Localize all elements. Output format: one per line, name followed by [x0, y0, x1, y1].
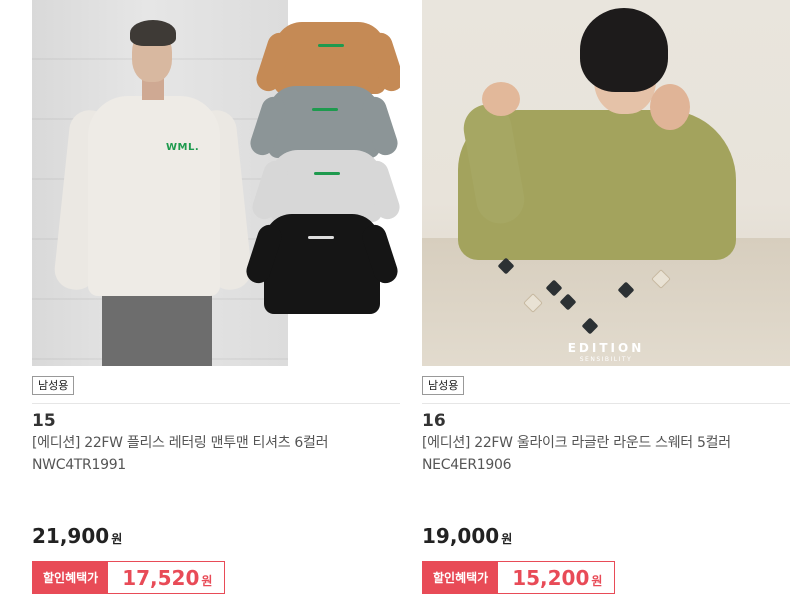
product-title-link[interactable]: [에디션] 22FW 플리스 레터링 맨투맨 티셔츠 6컬러 NWC4TR199…	[32, 432, 392, 476]
color-swatch-gray	[268, 86, 380, 158]
discount-price-value: 15,200	[512, 565, 590, 590]
product-card[interactable]: EDITION SENSIBILITY 남성용 16 [에디션] 22FW 울라…	[422, 0, 790, 595]
discount-label: 할인혜택가	[33, 562, 109, 593]
price-value: 19,000	[422, 524, 500, 548]
gender-tag: 남성용	[422, 376, 465, 395]
discount-price-box: 할인혜택가 17,520 원	[32, 561, 226, 594]
product-title-link[interactable]: [에디션] 22FW 울라이크 라글란 라운드 스웨터 5컬러 NEC4ER19…	[422, 432, 782, 476]
price-unit: 원	[111, 532, 123, 546]
product-rank: 15	[32, 411, 56, 431]
color-swatch-light-gray	[270, 150, 382, 222]
model-sweatshirt	[88, 96, 220, 296]
product-rank: 16	[422, 411, 446, 431]
product-card[interactable]: WML. 남성용 15 [에디션] 22FW 플리스 레터링 맨투맨 티셔츠 6…	[32, 0, 400, 595]
product-image[interactable]: WML.	[32, 0, 400, 366]
gender-tag: 남성용	[32, 376, 75, 395]
discount-price-box: 할인혜택가 15,200 원	[422, 561, 616, 594]
color-swatch-camel	[274, 22, 386, 94]
divider	[422, 403, 790, 404]
discount-label: 할인혜택가	[423, 562, 499, 593]
product-image[interactable]: EDITION SENSIBILITY	[422, 0, 790, 366]
discount-price: 17,520 원	[108, 562, 225, 593]
price-unit: 원	[501, 532, 513, 546]
product-price: 21,900 원	[32, 524, 122, 548]
color-swatch-black	[264, 214, 380, 314]
brand-logo-text: WML.	[166, 142, 200, 153]
discount-price: 15,200 원	[498, 562, 615, 593]
price-value: 21,900	[32, 524, 110, 548]
product-price: 19,000 원	[422, 524, 512, 548]
discount-price-unit: 원	[591, 574, 603, 588]
discount-price-unit: 원	[201, 574, 213, 588]
brand-watermark-sub: SENSIBILITY	[579, 356, 633, 363]
discount-price-value: 17,520	[122, 565, 200, 590]
brand-watermark: EDITION	[567, 341, 645, 355]
divider	[32, 403, 400, 404]
